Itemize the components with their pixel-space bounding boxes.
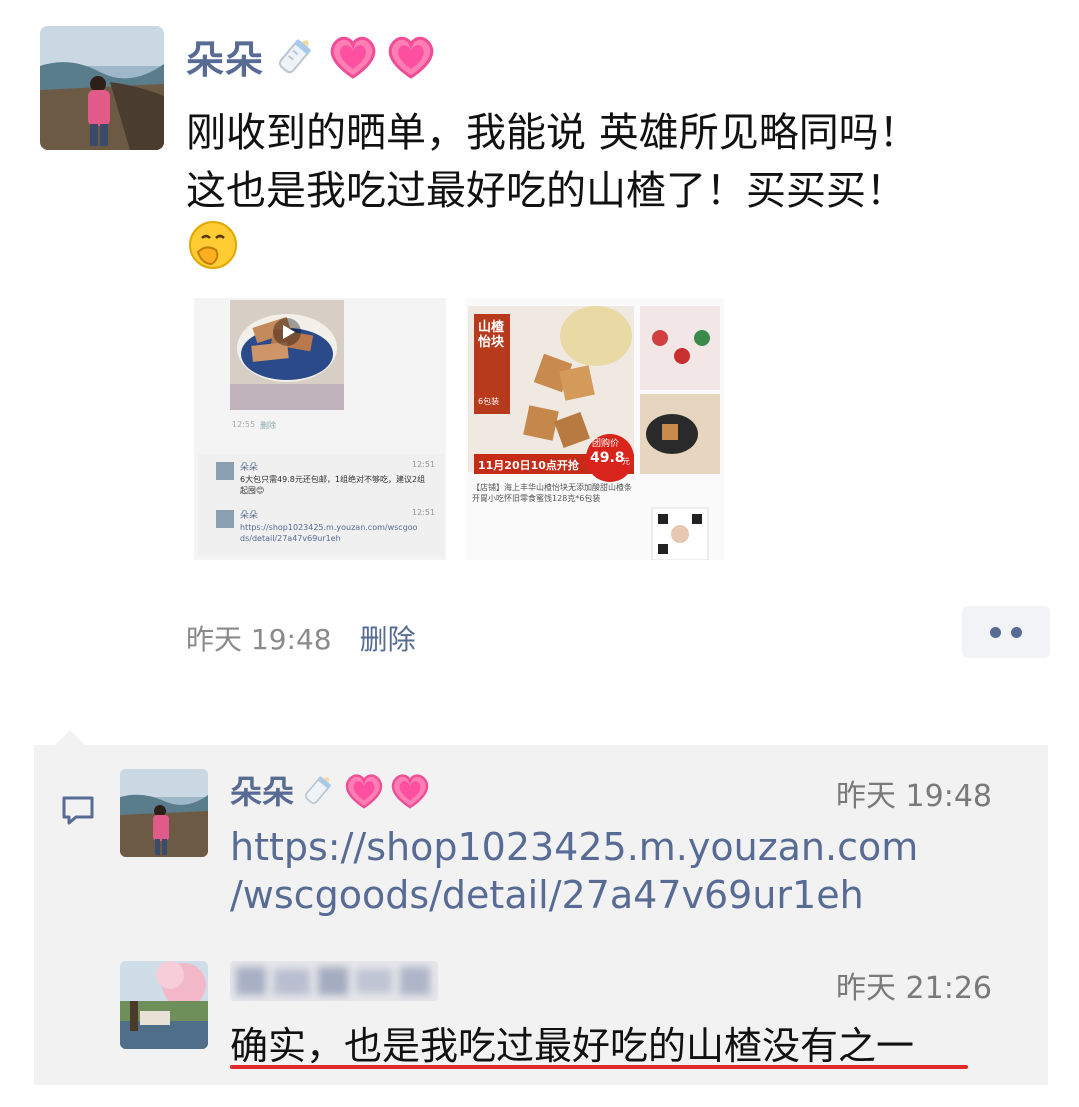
delete-link[interactable]: 删除 bbox=[360, 618, 416, 658]
img1-action: 删除 bbox=[260, 421, 276, 430]
comment-time: 昨天 21:26 bbox=[836, 971, 992, 1006]
poster-price-unit: 元 bbox=[622, 457, 630, 466]
comments-notch bbox=[54, 730, 86, 746]
author-avatar[interactable] bbox=[40, 26, 164, 150]
comment-item: 朵朵 昨天 19:48 https://shop1023425.m.youzan… bbox=[120, 769, 1020, 949]
post-text: 刚收到的晒单，我能说 英雄所见略同吗！ 这也是我吃过最好吃的山楂了！买买买！ bbox=[186, 104, 1046, 220]
sparkling-heart-icon bbox=[388, 768, 432, 812]
sparkling-heart-icon bbox=[384, 29, 438, 83]
dot-icon bbox=[1011, 626, 1022, 638]
commenter-avatar[interactable] bbox=[120, 961, 208, 1049]
poster-badge: 6包装 bbox=[478, 397, 500, 406]
sparkling-heart-icon bbox=[342, 768, 386, 812]
comment-link-line[interactable]: /wscgoods/detail/27a47v69ur1eh bbox=[230, 871, 918, 919]
commenter-name-blurred bbox=[230, 961, 438, 1001]
poster-price: 49.8 bbox=[590, 450, 625, 466]
commenter-name[interactable]: 朵朵 bbox=[230, 767, 294, 813]
comment-item: 昨天 21:26 确实，也是我吃过最好吃的山楂没有之一 bbox=[120, 961, 1020, 1071]
comment-link[interactable]: https://shop1023425.m.youzan.com /wscgoo… bbox=[230, 823, 918, 919]
commenter-avatar[interactable] bbox=[120, 769, 208, 857]
img1-comment-time: 12:51 bbox=[412, 460, 436, 469]
img1-comment-link: https://shop1023425.m.youzan.com/wscgood… bbox=[240, 523, 418, 543]
comment-text: 确实，也是我吃过最好吃的山楂没有之一 bbox=[230, 1024, 915, 1068]
img1-time: 12:55 bbox=[232, 420, 256, 429]
face-with-hand-over-mouth-icon bbox=[186, 218, 240, 272]
poster-price-label: 团购价 bbox=[592, 439, 620, 449]
post-text-line: 这也是我吃过最好吃的山楂了！买买买！ bbox=[186, 168, 906, 214]
moment-post: 朵朵 刚收到的晒单，我能说 英雄所见略同吗！ 这也是我吃过最好吃的山楂了！买买买… bbox=[0, 0, 1079, 730]
img1-comment-avatar bbox=[216, 510, 234, 528]
comment-time: 昨天 19:48 bbox=[836, 779, 992, 814]
img1-comment-name: 朵朵 bbox=[240, 463, 259, 473]
poster-sale-label: 11月20日10点开抢 bbox=[478, 459, 579, 472]
baby-bottle-icon bbox=[268, 29, 322, 83]
post-text-line: 刚收到的晒单，我能说 英雄所见略同吗！ bbox=[186, 110, 919, 156]
post-time: 昨天 19:48 bbox=[186, 623, 332, 656]
comments-section: 朵朵 昨天 19:48 https://shop1023425.m.youzan… bbox=[34, 745, 1048, 1085]
commenter-name-row: 朵朵 bbox=[230, 769, 432, 811]
dot-icon bbox=[990, 626, 1001, 638]
comment-link-line[interactable]: https://shop1023425.m.youzan.com bbox=[230, 823, 918, 871]
img1-comment-text: 6大包只需49.8元还包邮，1组绝对不够吃，建议2组起囤😊 bbox=[240, 475, 426, 495]
post-meta: 昨天 19:48 删除 bbox=[186, 616, 416, 660]
author-name[interactable]: 朵朵 bbox=[186, 29, 264, 84]
comment-bubble-icon bbox=[60, 795, 96, 827]
more-actions-button[interactable] bbox=[962, 606, 1050, 658]
poster-title: 山楂怡块 bbox=[478, 320, 505, 350]
baby-bottle-icon bbox=[296, 768, 340, 812]
post-image-1[interactable]: 12:55 删除 朵朵 12:51 6大包只需49.8元还包邮，1组绝对不够吃，… bbox=[194, 298, 446, 560]
img1-comment-time: 12:51 bbox=[412, 508, 436, 517]
img1-comment-avatar bbox=[216, 462, 234, 480]
post-image-2[interactable]: 山楂怡块 6包装 11月20日10点开抢 团购价 49.8 元 【店铺】海上丰华… bbox=[466, 298, 724, 560]
sparkling-heart-icon bbox=[326, 29, 380, 83]
poster-desc: 【店铺】海上丰华山楂怡块无添加酸甜山楂条 开胃小吃怀旧零食蜜饯128克*6包装 bbox=[472, 483, 632, 503]
img1-comment-name: 朵朵 bbox=[240, 511, 259, 521]
author-name-row: 朵朵 bbox=[186, 26, 438, 86]
red-underline bbox=[230, 1065, 968, 1069]
